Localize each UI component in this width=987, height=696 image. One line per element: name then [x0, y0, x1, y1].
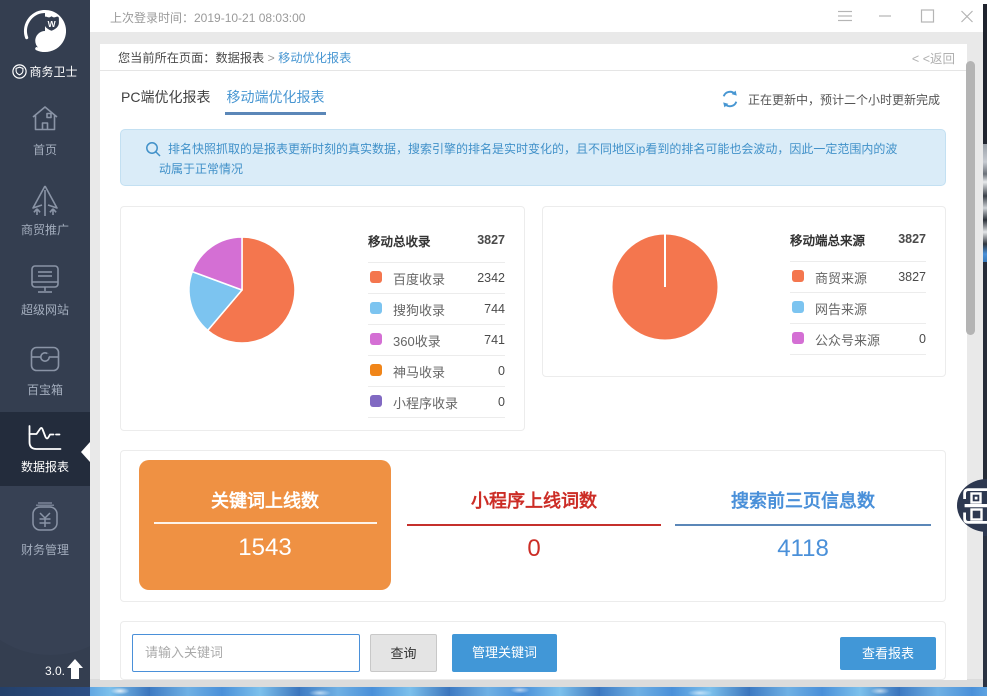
svg-text:W: W — [48, 19, 57, 29]
